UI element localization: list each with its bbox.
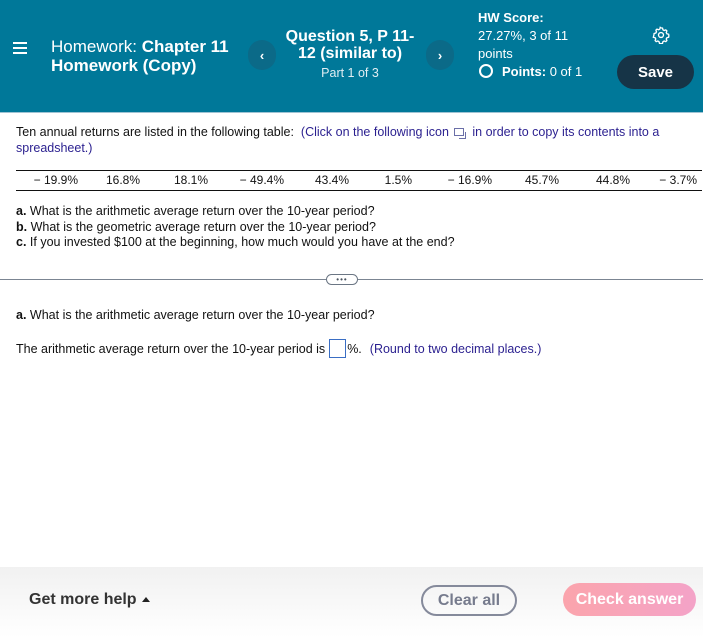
caret-up-icon xyxy=(141,597,150,602)
answer-suffix: %. xyxy=(347,341,362,356)
question-list: a. What is the arithmetic average return… xyxy=(16,204,455,251)
previous-question-button[interactable]: ‹ xyxy=(248,40,276,70)
return-cell: − 19.9% xyxy=(33,173,78,187)
rounding-hint: (Round to two decimal places.) xyxy=(369,341,542,356)
question-part: Part 1 of 3 xyxy=(321,66,379,80)
hw-score-label: HW Score: xyxy=(478,10,544,25)
current-part-text: What is the arithmetic average return ov… xyxy=(29,308,375,322)
save-button[interactable]: Save xyxy=(617,55,694,89)
problem-intro: Ten annual returns are listed in the fol… xyxy=(16,124,696,156)
points-status-icon xyxy=(479,64,493,78)
check-answer-button[interactable]: Check answer xyxy=(563,583,696,616)
help-label: Get more help xyxy=(29,591,137,608)
points-value: 0 of 1 xyxy=(549,64,583,79)
return-cell: − 49.4% xyxy=(239,173,284,187)
chevron-left-icon: ‹ xyxy=(259,47,265,63)
answer-input[interactable] xyxy=(329,339,347,358)
current-part-letter: a. xyxy=(16,308,27,322)
return-cell: 16.8% xyxy=(105,173,140,187)
clear-all-button[interactable]: Clear all xyxy=(421,585,517,616)
chevron-right-icon: › xyxy=(437,47,443,63)
hamburger-menu-icon[interactable] xyxy=(13,42,27,54)
return-cell: 44.8% xyxy=(595,173,630,187)
return-cell: 43.4% xyxy=(314,173,349,187)
homework-title: Homework: Chapter 11 Homework (Copy) xyxy=(51,37,241,75)
returns-table: − 19.9% 16.8% 18.1% − 49.4% 43.4% 1.5% − 16.9%… xyxy=(16,170,702,191)
next-question-button[interactable]: › xyxy=(426,40,454,70)
top-header: Homework: Chapter 11 Homework (Copy) ‹ Q… xyxy=(0,0,703,113)
expand-problem-button[interactable]: ••• xyxy=(326,274,358,285)
return-cell: 1.5% xyxy=(384,173,412,187)
homework-label: Homework: xyxy=(51,37,137,56)
intro-text: Ten annual returns are listed in the fol… xyxy=(16,125,294,139)
return-cell: − 16.9% xyxy=(447,173,492,187)
question-b: b. What is the geometric average return … xyxy=(16,219,376,234)
points-label: Points: xyxy=(502,64,547,79)
get-more-help-button[interactable]: Get more help xyxy=(29,591,150,609)
score-panel: HW Score: 27.27%, 3 of 11 points Points:… xyxy=(478,9,598,81)
return-cell: 45.7% xyxy=(524,173,559,187)
question-a: a. What is the arithmetic average return… xyxy=(16,204,375,218)
return-cell: − 3.7% xyxy=(659,173,697,187)
question-c: c. If you invested $100 at the beginning… xyxy=(16,235,455,249)
current-part-question: a. What is the arithmetic average return… xyxy=(16,308,375,322)
copy-to-spreadsheet-icon[interactable] xyxy=(453,128,466,139)
hw-score-value: 27.27%, 3 of 11 points xyxy=(478,28,569,61)
return-cell: 18.1% xyxy=(173,173,208,187)
answer-prefix: The arithmetic average return over the 1… xyxy=(16,341,326,356)
answer-line: The arithmetic average return over the 1… xyxy=(16,339,541,358)
question-title: Question 5, P 11-12 (similar to) xyxy=(285,28,415,62)
settings-gear-icon[interactable] xyxy=(652,26,670,44)
intro-link-before: (Click on the following icon xyxy=(300,125,449,139)
